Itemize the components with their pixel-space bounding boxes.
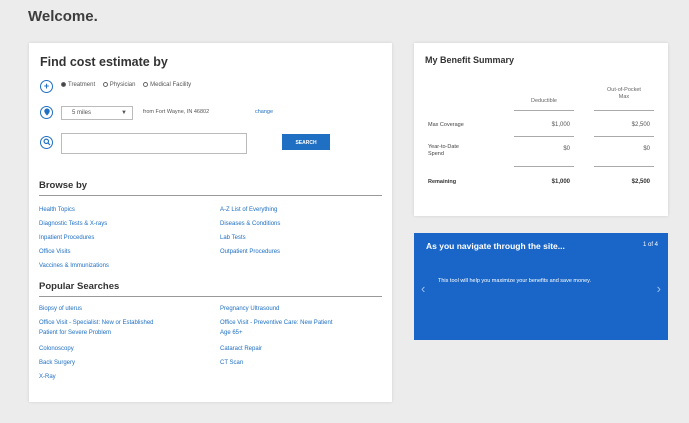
change-location-link[interactable]: change: [255, 109, 273, 115]
browse-link[interactable]: Diseases & Conditions: [220, 221, 280, 227]
divider: [514, 166, 574, 167]
option-treatment[interactable]: Treatment: [61, 82, 95, 88]
divider: [594, 110, 654, 111]
max-coverage-label: Max Coverage: [428, 122, 464, 128]
popular-link[interactable]: Cataract Repair: [220, 346, 262, 352]
divider: [39, 296, 382, 297]
browse-link[interactable]: Diagnostic Tests & X-rays: [39, 221, 107, 227]
divider: [594, 166, 654, 167]
browse-link[interactable]: Lab Tests: [220, 235, 246, 241]
add-icon: +: [40, 80, 53, 93]
chevron-right-icon[interactable]: ›: [657, 281, 661, 296]
remaining-oop: $2,500: [631, 179, 650, 185]
divider: [594, 136, 654, 137]
ytd-spend-label: Year-to-Date Spend: [428, 144, 459, 157]
search-type-options: Treatment Physician Medical Facility: [61, 82, 197, 88]
popular-link[interactable]: X-Ray: [39, 374, 56, 380]
popular-link[interactable]: CT Scan: [220, 360, 243, 366]
popular-searches-title: Popular Searches: [39, 281, 120, 292]
search-icon: [40, 136, 53, 149]
page-title: Welcome.: [28, 8, 98, 25]
browse-link[interactable]: Vaccines & Immunizations: [39, 263, 109, 269]
popular-link[interactable]: Biopsy of uterus: [39, 306, 82, 312]
option-medical-facility[interactable]: Medical Facility: [143, 82, 191, 88]
radio-icon: [61, 82, 66, 87]
popular-link[interactable]: Office Visit - Specialist: New or Establ…: [39, 320, 154, 326]
remaining-label: Remaining: [428, 179, 457, 185]
carousel-title: As you navigate through the site...: [426, 241, 565, 251]
location-text: from Fort Wayne, IN 46802: [143, 109, 210, 115]
benefit-summary-title: My Benefit Summary: [425, 55, 515, 65]
popular-link[interactable]: Back Surgery: [39, 360, 75, 366]
remaining-deductible: $1,000: [551, 179, 570, 185]
browse-link[interactable]: Office Visits: [39, 249, 70, 255]
ytd-spend-oop: $0: [643, 146, 650, 152]
browse-link[interactable]: Outpatient Procedures: [220, 249, 280, 255]
browse-link[interactable]: Inpatient Procedures: [39, 235, 94, 241]
radius-select[interactable]: 5 miles ▼: [61, 106, 133, 120]
popular-link[interactable]: Age 65+: [220, 330, 243, 336]
divider: [39, 195, 382, 196]
caret-down-icon: ▼: [121, 110, 127, 116]
option-physician[interactable]: Physician: [102, 82, 135, 88]
popular-link[interactable]: Pregnancy Ultrasound: [220, 306, 279, 312]
deductible-header: Deductible: [531, 98, 557, 104]
browse-title: Browse by: [39, 180, 88, 191]
divider: [514, 110, 574, 111]
popular-link[interactable]: Office Visit - Preventive Care: New Pati…: [220, 320, 333, 326]
location-pin-icon: [40, 106, 53, 119]
max-coverage-oop: $2,500: [631, 122, 650, 128]
cost-estimate-card: Find cost estimate by + Treatment Physic…: [29, 43, 392, 402]
radio-icon: [143, 82, 149, 87]
browse-link[interactable]: Health Topics: [39, 207, 75, 213]
carousel-counter: 1 of 4: [642, 242, 658, 248]
benefit-summary-card: My Benefit Summary Deductible Out-of-Poc…: [414, 43, 668, 216]
browse-link[interactable]: A-Z List of Everything: [220, 207, 277, 213]
find-cost-title: Find cost estimate by: [40, 55, 168, 69]
popular-link[interactable]: Patient for Severe Problem: [39, 330, 111, 336]
chevron-left-icon[interactable]: ‹: [421, 281, 425, 296]
popular-link[interactable]: Colonoscopy: [39, 346, 74, 352]
ytd-spend-deductible: $0: [563, 146, 570, 152]
carousel-text: This tool will help you maximize your be…: [438, 278, 592, 284]
oop-max-header: Out-of-Pocket Max: [607, 87, 641, 100]
search-button[interactable]: SEARCH: [282, 134, 330, 150]
tips-carousel: As you navigate through the site... 1 of…: [414, 233, 668, 340]
search-input[interactable]: [61, 133, 247, 154]
radio-icon: [102, 82, 108, 87]
divider: [514, 136, 574, 137]
max-coverage-deductible: $1,000: [551, 122, 570, 128]
